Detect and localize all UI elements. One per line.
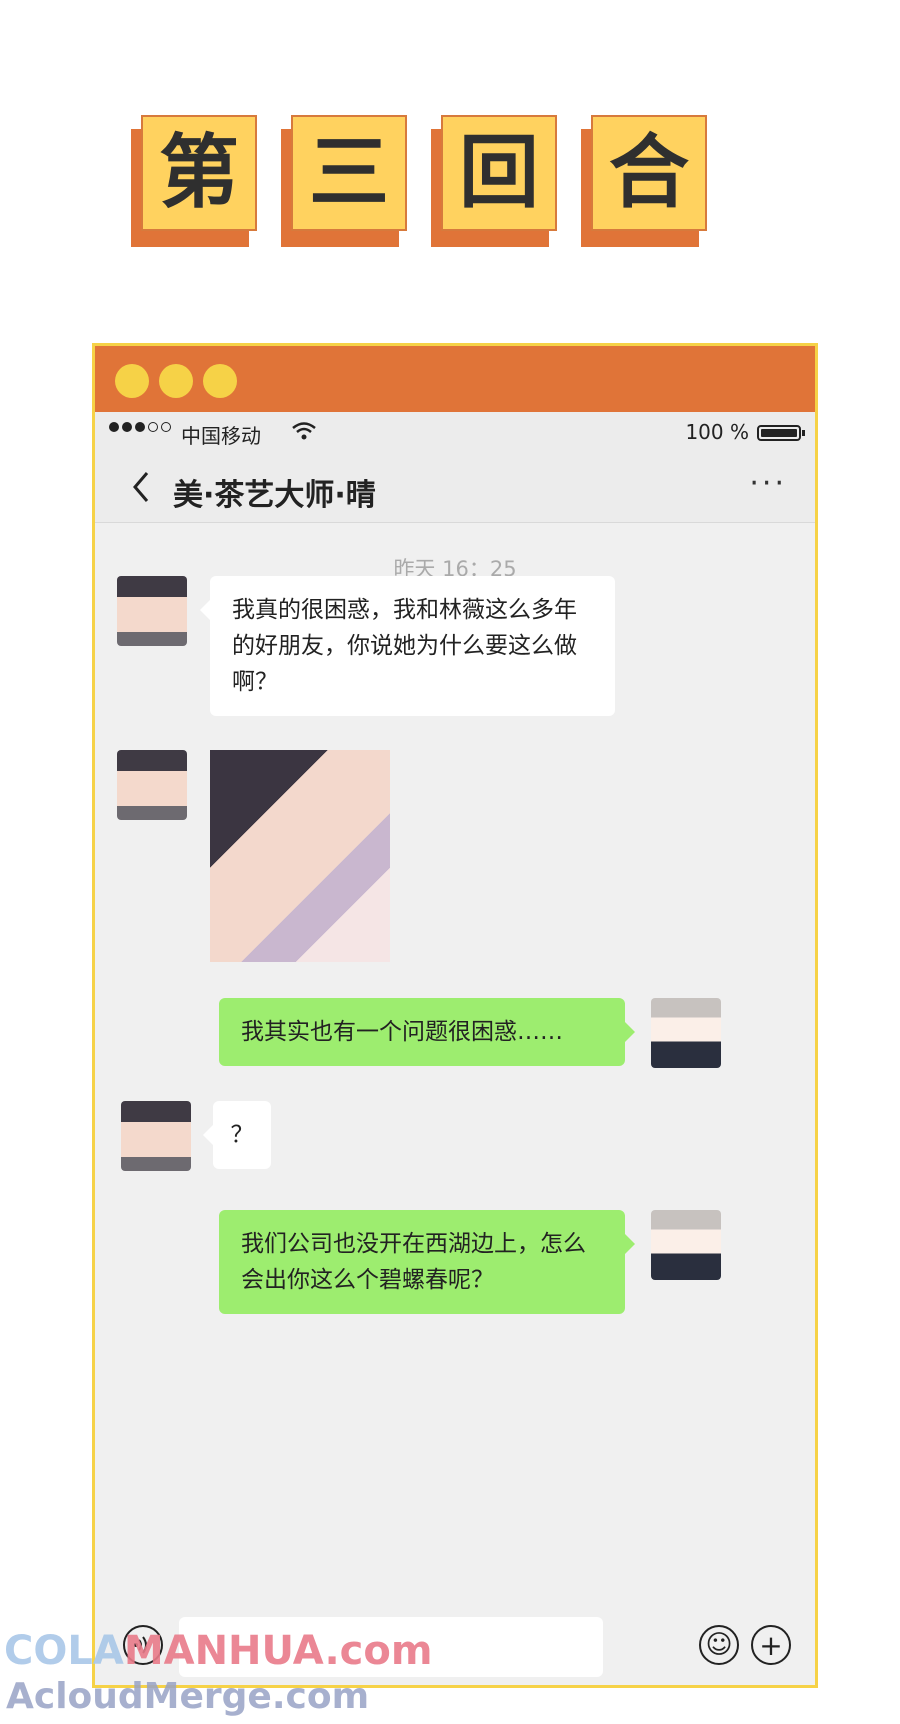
window-dot-3[interactable]: [203, 364, 237, 398]
watermark-line-1: COLAMANHUA.com: [4, 1628, 433, 1674]
watermark-line-2: AcloudMerge.com: [6, 1676, 370, 1717]
window-dot-2[interactable]: [159, 364, 193, 398]
title-chip-4: 合: [581, 115, 709, 247]
plus-icon[interactable]: +: [751, 1625, 791, 1665]
chat-title: 美·茶艺大师·晴: [173, 478, 376, 513]
window-titlebar: [95, 346, 815, 412]
more-options-button[interactable]: ···: [749, 466, 787, 501]
message-bubble[interactable]: 我真的很困惑，我和林薇这么多年的好朋友，你说她为什么要这么做啊？: [200, 576, 615, 716]
user-avatar[interactable]: [651, 998, 721, 1068]
signal-icon: [109, 422, 171, 432]
contact-avatar[interactable]: [117, 750, 187, 820]
wifi-icon: [291, 420, 317, 447]
title-char: 第: [141, 115, 257, 231]
chat-window: 中国移动 100 % 美·茶艺大师·晴 ··· 昨天 16：25 我真的很困惑，…: [92, 343, 818, 1688]
title-chip-3: 回: [431, 115, 559, 247]
message-image[interactable]: [210, 750, 390, 962]
user-avatar[interactable]: [651, 1210, 721, 1280]
title-row: 第 三 回 合: [0, 115, 900, 255]
title-char: 合: [591, 115, 707, 231]
chat-navbar: 美·茶艺大师·晴 ···: [95, 452, 815, 523]
title-chip-2: 三: [281, 115, 409, 247]
battery-icon: [757, 425, 805, 441]
message-bubble[interactable]: 我们公司也没开在西湖边上，怎么会出你这么个碧螺春呢？: [219, 1210, 635, 1314]
emoji-icon[interactable]: ☺: [699, 1625, 739, 1665]
status-bar: 中国移动 100 %: [95, 412, 815, 452]
carrier-label: 中国移动: [181, 424, 261, 448]
contact-avatar[interactable]: [121, 1101, 191, 1171]
contact-avatar[interactable]: [117, 576, 187, 646]
title-chip-1: 第: [131, 115, 259, 247]
chevron-left-icon[interactable]: [131, 470, 151, 512]
title-char: 三: [291, 115, 407, 231]
message-bubble[interactable]: ？: [203, 1101, 271, 1169]
battery-percentage: 100 %: [685, 420, 749, 444]
message-bubble[interactable]: 我其实也有一个问题很困惑……: [219, 998, 635, 1066]
title-char: 回: [441, 115, 557, 231]
window-dot-1[interactable]: [115, 364, 149, 398]
